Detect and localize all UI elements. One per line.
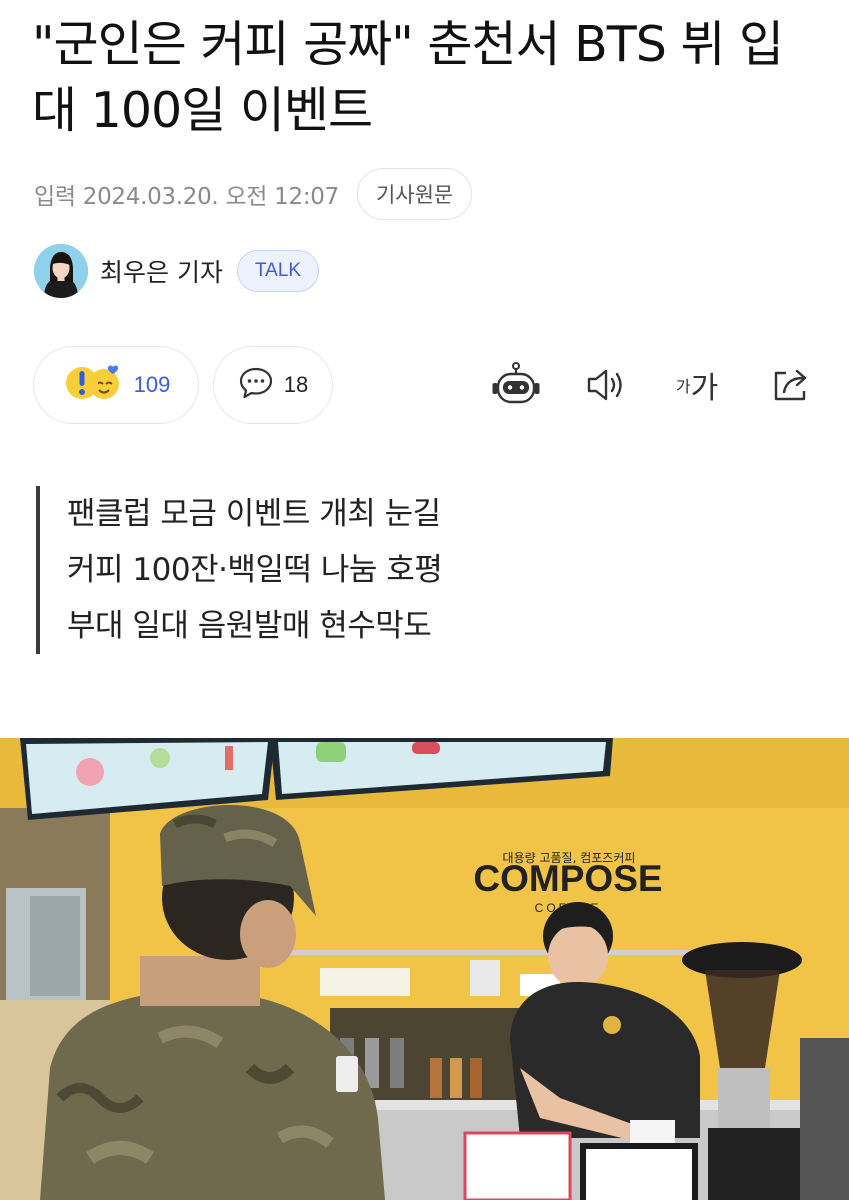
article-photo-illustration: 대용량 고품질, 컴포즈커피 COMPOSE COFFEE [0, 738, 849, 1200]
article-summary: 팬클럽 모금 이벤트 개최 눈길 커피 100잔·백일떡 나눔 호평 부대 일대… [36, 486, 443, 654]
summary-line: 부대 일대 음원발매 현수막도 [67, 608, 432, 644]
published-date: 입력 2024.03.20. 오전 12:07 [34, 184, 339, 210]
reaction-count: 109 [133, 372, 171, 397]
reporter-avatar[interactable] [34, 244, 88, 298]
talk-button[interactable]: TALK [236, 250, 320, 292]
speaker-icon[interactable] [581, 360, 631, 410]
share-icon[interactable] [767, 360, 817, 410]
article-meta: 입력 2024.03.20. 오전 12:07 기사원문 [34, 168, 473, 220]
comment-button[interactable]: 18 [213, 346, 333, 424]
comment-count: 18 [283, 372, 309, 397]
original-article-button[interactable]: 기사원문 [356, 168, 473, 220]
article-page: "군인은 커피 공짜" 춘천서 BTS 뷔 입대 100일 이벤트 입력 202… [0, 0, 849, 1200]
font-size-button[interactable]: 가가 [669, 360, 725, 410]
font-size-small-label: 가 [675, 377, 691, 396]
comment-icon [238, 366, 274, 404]
summary-line: 커피 100잔·백일떡 나눔 호평 [67, 552, 443, 588]
font-size-big-label: 가 [690, 371, 719, 406]
article-photo: 대용량 고품질, 컴포즈커피 COMPOSE COFFEE [0, 738, 849, 1200]
reporter-name[interactable]: 최우은 기자 [100, 253, 223, 289]
article-title: "군인은 커피 공짜" 춘천서 BTS 뷔 입대 100일 이벤트 [32, 16, 784, 139]
article-actions: 109 18 가 가 [33, 346, 823, 426]
summary-line: 팬클럽 모금 이벤트 개최 눈길 [67, 496, 441, 532]
reporter-info: 최우은 기자 TALK [34, 244, 320, 298]
reaction-emoji-icon [62, 361, 126, 409]
sign-brand: COMPOSE [473, 858, 662, 899]
reaction-button[interactable]: 109 [33, 346, 199, 424]
ai-bot-icon[interactable] [489, 360, 543, 410]
